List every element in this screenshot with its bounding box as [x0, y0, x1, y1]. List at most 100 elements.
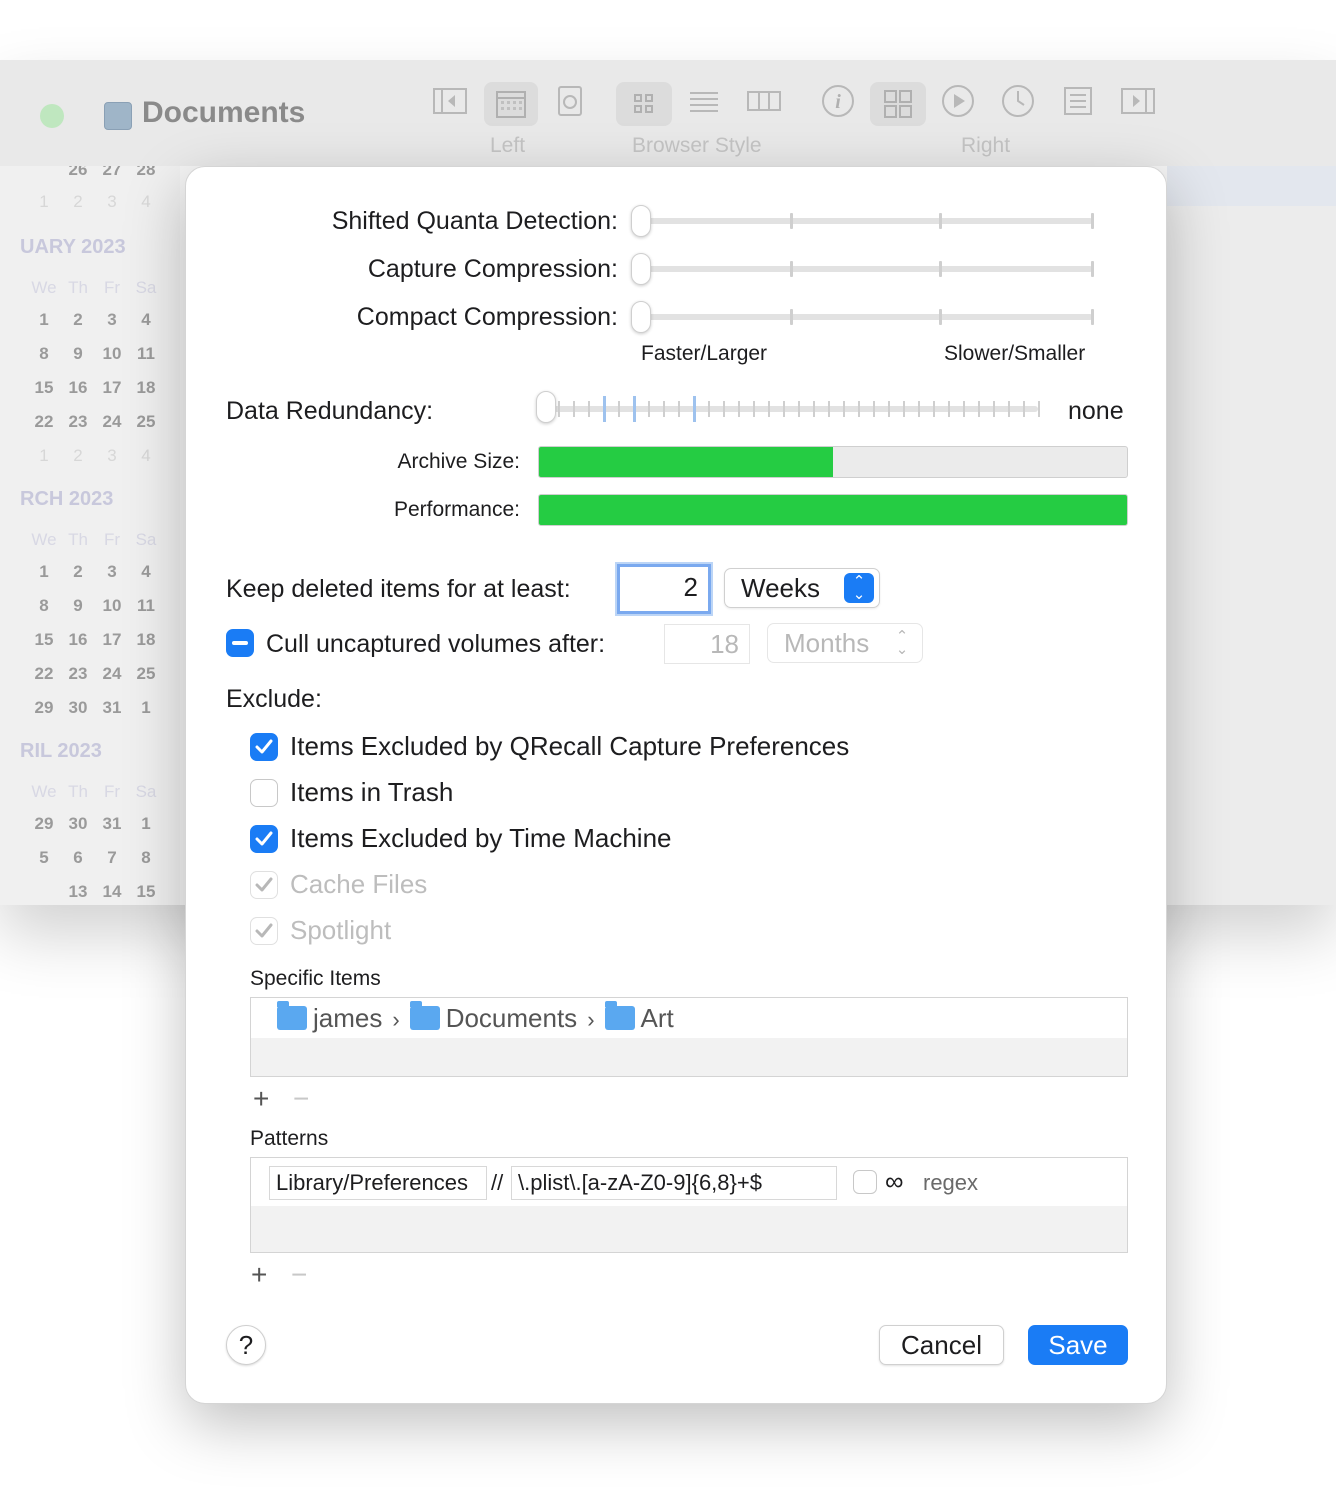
column-view-icon[interactable] [746, 84, 782, 118]
calendar-day[interactable]: 1 [129, 698, 163, 718]
save-button[interactable]: Save [1028, 1325, 1128, 1365]
exclude-checkbox[interactable] [250, 871, 278, 899]
keep-deleted-value-field[interactable]: 2 [617, 564, 711, 614]
calendar-day[interactable]: 10 [95, 344, 129, 364]
calendar-day[interactable]: 3 [95, 446, 129, 466]
add-pattern-button[interactable]: + [251, 1259, 267, 1291]
calendar-day[interactable]: 6 [61, 848, 95, 868]
calendar-day[interactable]: 25 [129, 664, 163, 684]
pattern-regex-field[interactable]: \.plist\.[a-zA-Z0-9]{6,8}+$ [511, 1166, 837, 1200]
calendar-day[interactable]: 26 [61, 166, 95, 180]
calendar-day[interactable]: 18 [129, 378, 163, 398]
play-icon[interactable] [940, 84, 976, 118]
calendar-day[interactable]: 3 [95, 192, 129, 212]
calendar-day[interactable]: 3 [95, 562, 129, 582]
calendar-day[interactable]: 23 [61, 664, 95, 684]
calendar-day[interactable]: 22 [27, 664, 61, 684]
calendar-day[interactable]: 10 [95, 596, 129, 616]
calendar-day[interactable]: 1 [27, 562, 61, 582]
calendar-day[interactable]: 27 [95, 166, 129, 180]
capture-compression-slider[interactable] [631, 253, 1098, 285]
calendar-day[interactable]: 3 [95, 310, 129, 330]
add-item-button[interactable]: + [253, 1083, 269, 1115]
calendar-day[interactable]: 9 [61, 344, 95, 364]
calendar-day[interactable]: 25 [129, 412, 163, 432]
exclude-checkbox[interactable] [250, 825, 278, 853]
calendar-day[interactable]: 1 [27, 192, 61, 212]
calendar-day[interactable]: 4 [129, 562, 163, 582]
calendar-day[interactable]: 8 [27, 344, 61, 364]
calendar-icon[interactable] [484, 82, 538, 126]
calendar-day[interactable]: 14 [95, 882, 129, 902]
specific-items-list[interactable]: james › Documents › Art [250, 997, 1128, 1077]
calendar-day[interactable]: 23 [61, 412, 95, 432]
slider-knob[interactable] [631, 253, 651, 285]
slider-knob[interactable] [631, 205, 651, 237]
calendar-day[interactable]: 15 [27, 378, 61, 398]
exclude-checkbox[interactable] [250, 779, 278, 807]
calendar-day[interactable]: 8 [129, 848, 163, 868]
list-view-icon[interactable] [686, 84, 722, 118]
calendar-day[interactable]: 16 [61, 378, 95, 398]
calendar-day[interactable]: 28 [129, 166, 163, 180]
info-icon[interactable]: i [820, 84, 856, 118]
calendar-day[interactable]: 11 [129, 596, 163, 616]
grid-icon[interactable] [870, 82, 926, 126]
cull-volumes-checkbox[interactable] [226, 629, 254, 657]
calendar-day[interactable]: 1 [129, 814, 163, 834]
calendar-day[interactable]: 2 [61, 446, 95, 466]
sidebar-right-icon[interactable] [1120, 84, 1156, 118]
window-zoom-button[interactable] [40, 104, 64, 128]
calendar-day[interactable]: 9 [61, 596, 95, 616]
pattern-path-field[interactable]: Library/Preferences [269, 1166, 487, 1200]
calendar-day[interactable]: 30 [61, 698, 95, 718]
shifted-quanta-slider[interactable] [631, 205, 1098, 237]
calendar-day[interactable]: 4 [129, 192, 163, 212]
calendar-day[interactable]: 13 [61, 882, 95, 902]
patterns-list[interactable]: Library/Preferences // \.plist\.[a-zA-Z0… [250, 1157, 1128, 1253]
pattern-row[interactable]: Library/Preferences // \.plist\.[a-zA-Z0… [251, 1158, 1127, 1206]
calendar-day[interactable]: 31 [95, 698, 129, 718]
exclude-checkbox[interactable] [250, 733, 278, 761]
clock-icon[interactable] [1000, 84, 1036, 118]
calendar-day[interactable]: 1 [27, 446, 61, 466]
data-redundancy-slider[interactable] [536, 391, 1043, 423]
calendar-day[interactable]: 4 [129, 310, 163, 330]
calendar-day[interactable]: 30 [61, 814, 95, 834]
cull-value-field[interactable]: 18 [664, 624, 750, 664]
log-icon[interactable] [1060, 84, 1096, 118]
calendar-day[interactable]: 18 [129, 630, 163, 650]
recursive-checkbox[interactable] [853, 1170, 877, 1194]
calendar-day[interactable]: 15 [129, 882, 163, 902]
calendar-day[interactable]: 31 [95, 814, 129, 834]
calendar-day[interactable]: 1 [27, 310, 61, 330]
slider-knob[interactable] [536, 391, 556, 423]
calendar-day[interactable]: 2 [61, 192, 95, 212]
calendar-day[interactable]: 17 [95, 630, 129, 650]
calendar-day[interactable]: 2 [61, 562, 95, 582]
calendar-day[interactable]: 29 [27, 698, 61, 718]
calendar-day[interactable]: 15 [27, 630, 61, 650]
calendar-day[interactable]: 4 [129, 446, 163, 466]
calendar-day[interactable]: 17 [95, 378, 129, 398]
calendar-day[interactable]: 7 [95, 848, 129, 868]
remove-item-button[interactable]: − [293, 1083, 309, 1115]
cancel-button[interactable]: Cancel [879, 1325, 1004, 1365]
calendar-day[interactable]: 22 [27, 412, 61, 432]
cull-unit-popup[interactable]: Months ⌃ ⌄ [767, 623, 923, 663]
slider-knob[interactable] [631, 301, 651, 333]
calendar-day[interactable]: 11 [129, 344, 163, 364]
help-button[interactable]: ? [226, 1325, 266, 1365]
calendar-day[interactable]: 24 [95, 664, 129, 684]
calendar-day[interactable]: 24 [95, 412, 129, 432]
compact-compression-slider[interactable] [631, 301, 1098, 333]
calendar-day[interactable]: 8 [27, 596, 61, 616]
calendar-day[interactable]: 29 [27, 814, 61, 834]
calendar-day[interactable]: 2 [61, 310, 95, 330]
exclude-checkbox[interactable] [250, 917, 278, 945]
drive-icon[interactable] [552, 84, 588, 118]
keep-deleted-unit-popup[interactable]: Weeks ⌃ ⌄ [724, 568, 880, 608]
remove-pattern-button[interactable]: − [291, 1259, 307, 1291]
calendar-day[interactable]: 5 [27, 848, 61, 868]
calendar-day[interactable]: 16 [61, 630, 95, 650]
